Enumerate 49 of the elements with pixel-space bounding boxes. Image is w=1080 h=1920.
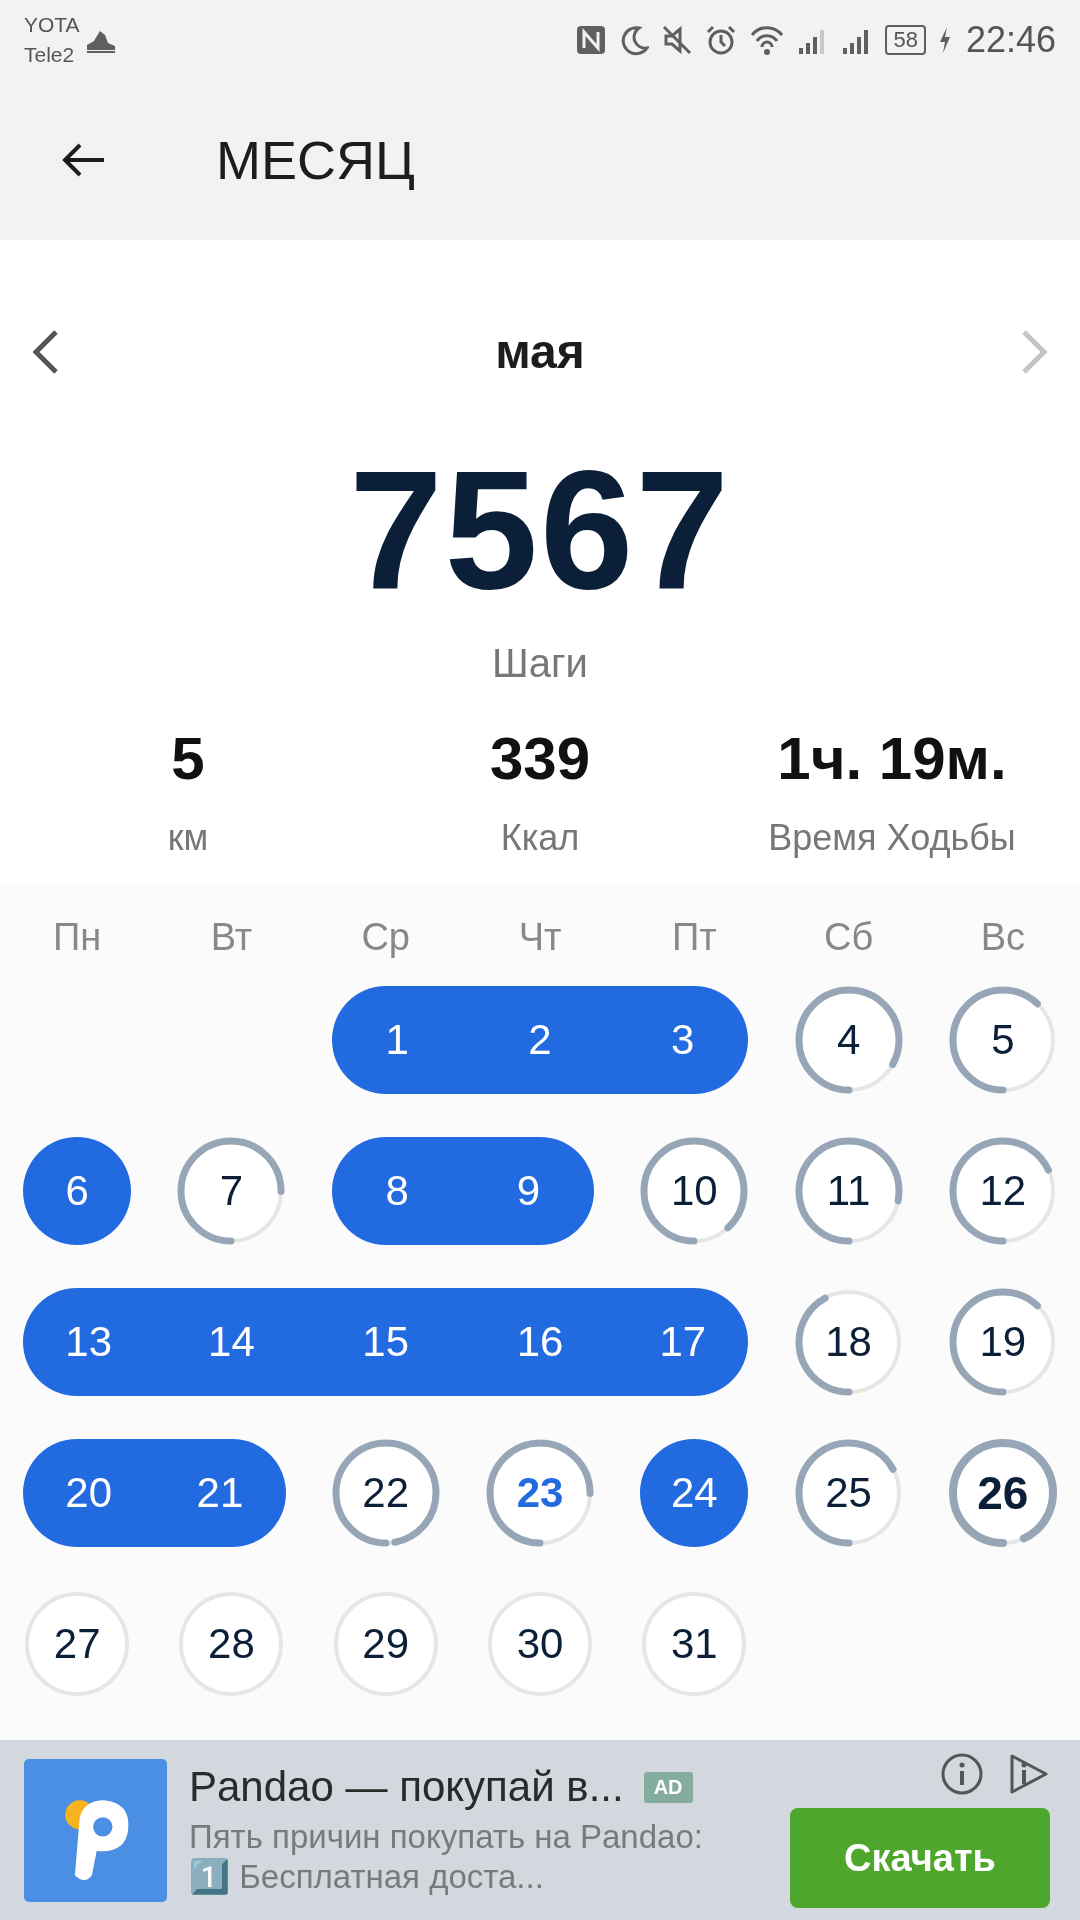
mute-icon xyxy=(661,24,694,56)
step-count: 7567 xyxy=(349,435,731,625)
ad-title[interactable]: Pandao — покупай в... xyxy=(189,1763,624,1811)
ad-description: Пять причин покупать на Pandao: 1⃣ Бесплатная доста... xyxy=(189,1817,704,1897)
goal-day[interactable]: 2 xyxy=(462,985,618,1094)
nfc-icon xyxy=(575,24,608,56)
screen-title: МЕСЯЦ xyxy=(216,129,415,191)
stat-label: км xyxy=(167,817,209,859)
goal-day[interactable]: 14 xyxy=(154,1287,309,1396)
back-arrow-icon[interactable] xyxy=(62,142,106,178)
progress-day[interactable]: 26 xyxy=(946,1436,1059,1549)
moon-icon xyxy=(619,24,650,56)
weekday-label: Сб xyxy=(823,916,874,959)
stat-label: Ккал xyxy=(500,817,580,859)
goal-day[interactable]: 24 xyxy=(640,1438,749,1547)
goal-day[interactable]: 1 xyxy=(331,985,463,1094)
clock: 22:46 xyxy=(965,19,1056,61)
stat-value: 1ч. 19м. xyxy=(777,724,1007,793)
carrier-name: Tele2 xyxy=(24,42,76,68)
goal-day[interactable]: 13 xyxy=(23,1287,155,1396)
goal-day[interactable]: 15 xyxy=(308,1287,463,1396)
alarm-icon xyxy=(705,24,738,56)
goal-day[interactable]: 9 xyxy=(462,1136,595,1245)
charging-icon xyxy=(937,25,952,55)
wifi-icon xyxy=(749,24,786,56)
goal-day[interactable]: 16 xyxy=(462,1287,618,1396)
chevron-left-icon[interactable] xyxy=(30,327,60,376)
weekday-label: Пт xyxy=(671,916,717,959)
info-icon[interactable] xyxy=(940,1752,984,1796)
stat-value: 339 xyxy=(489,724,591,793)
goal-day[interactable]: 8 xyxy=(331,1136,463,1245)
battery-level: 58 xyxy=(893,27,918,53)
goal-day[interactable]: 6 xyxy=(23,1136,132,1245)
goal-day[interactable]: 21 xyxy=(154,1438,286,1547)
weekday-label: Пн xyxy=(53,916,102,959)
goal-day[interactable]: 20 xyxy=(23,1438,155,1547)
app-logo-icon[interactable] xyxy=(24,1758,167,1902)
weekday-label: Ср xyxy=(361,916,410,959)
goal-day[interactable]: 3 xyxy=(617,985,749,1094)
month-label: мая xyxy=(495,324,585,379)
step-label: Шаги xyxy=(492,641,588,686)
weekday-label: Вс xyxy=(980,916,1026,959)
stat-label: Время Ходьбы xyxy=(768,817,1016,859)
stat-value: 5 xyxy=(171,724,205,793)
weekday-label: Чт xyxy=(518,916,562,959)
carrier-name: YOTA xyxy=(24,12,80,38)
weekday-label: Вт xyxy=(210,916,253,959)
goal-day[interactable]: 17 xyxy=(617,1287,749,1396)
ad-badge: AD xyxy=(643,1771,693,1803)
